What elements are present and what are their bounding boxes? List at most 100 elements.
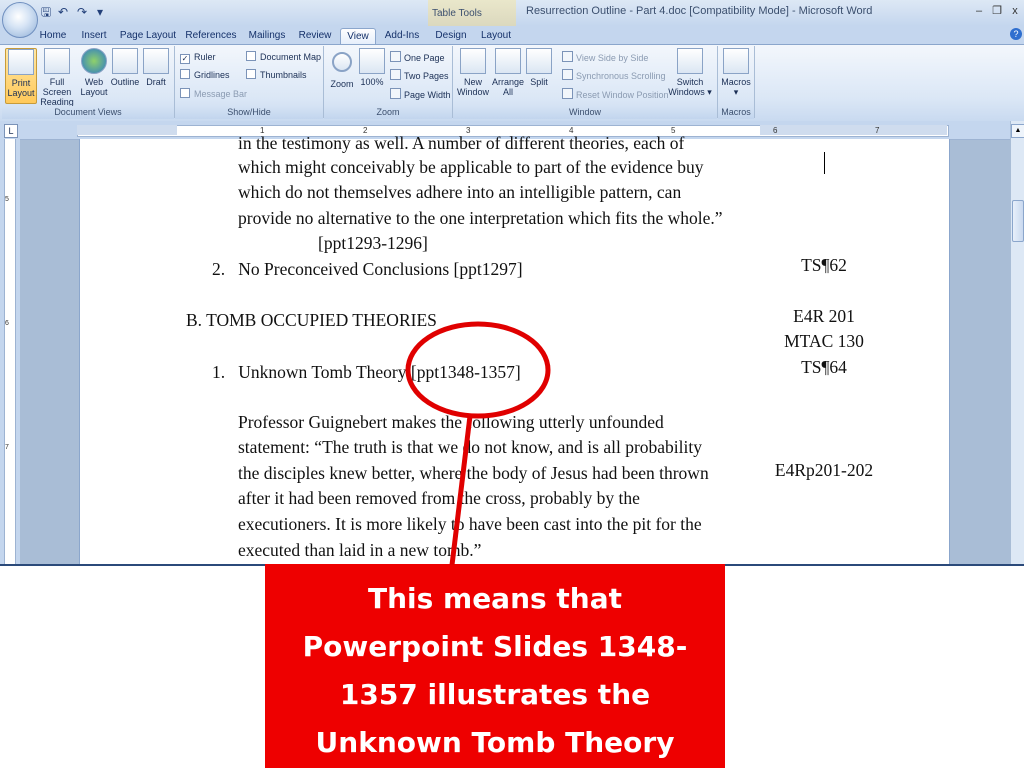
table-tools-label: Table Tools [432,8,482,19]
document-line: which might conceivably be applicable to… [238,157,704,177]
callout-line: Powerpoint Slides 1348- [302,630,688,663]
vertical-ruler-number: 7 [5,444,9,451]
ruler-check-icon: ✓ [180,54,190,64]
macros-button-label: Macros [721,77,751,87]
page-width-icon [390,88,401,99]
print-layout-label-2: Layout [7,88,35,98]
vertical-scrollbar[interactable] [1010,121,1024,564]
outline-label: Outline [110,77,140,87]
callout-line: 1357 illustrates the [339,678,651,711]
restore-button[interactable]: ❐ [988,3,1006,19]
switch-windows-icon [677,48,703,74]
arrange-all-button[interactable]: Arrange All [491,48,525,97]
document-line: Professor Guignebert makes the following… [238,412,664,432]
tab-home[interactable]: Home [34,28,72,44]
tab-layout[interactable]: Layout [476,28,516,44]
arrange-all-label-2: All [502,87,513,97]
qat-customize-icon[interactable]: ▾ [92,4,108,20]
group-label-document-views: Document Views [2,106,174,119]
undo-icon[interactable]: ↶ [55,4,71,20]
macros-dropdown-arrow: ▾ [733,87,739,97]
draft-button[interactable]: Draft [142,48,170,87]
office-button[interactable] [2,2,38,38]
tab-selector-icon[interactable]: L [4,124,18,138]
switch-windows-button[interactable]: Switch Windows ▾ [668,48,712,97]
macros-button[interactable]: Macros ▾ [720,48,752,97]
callout-text: This means that Powerpoint Slides 1348- … [265,575,725,767]
two-pages-label: Two Pages [404,71,449,81]
tab-mailings[interactable]: Mailings [244,28,290,44]
reset-window-icon [562,88,573,99]
print-layout-button[interactable]: Print Layout [5,48,37,104]
document-line: which do not themselves adhere into an i… [238,182,682,202]
new-window-button[interactable]: New Window [456,48,490,97]
minimize-button[interactable]: – [970,3,988,19]
full-screen-reading-button[interactable]: Full Screen Reading [36,48,78,107]
group-label-window: Window [453,106,717,119]
arrange-all-label-1: Arrange [491,77,525,87]
switch-windows-label-1: Switch [676,77,704,87]
ruler-right-margin [760,125,947,135]
split-button[interactable]: Split [526,48,552,87]
tab-view[interactable]: View [340,28,376,45]
message-bar-label: Message Bar [194,89,248,99]
outline-item: 2. No Preconceived Conclusions [ppt1297] [212,259,523,279]
reference-cell: TS¶62 [801,255,847,275]
split-label: Split [530,77,548,87]
ruler-checkbox[interactable]: ✓ Ruler [180,51,216,64]
two-pages-button[interactable]: Two Pages [390,69,449,82]
tab-references[interactable]: References [182,28,240,44]
message-bar-checkbox[interactable]: Message Bar [180,88,247,100]
zoom-100-label: 100% [360,77,384,87]
gridlines-checkbox[interactable]: Gridlines [180,69,230,81]
document-line: executioners. It is more likely to have … [238,514,702,534]
window-title: Resurrection Outline - Part 4.doc [Compa… [526,5,873,17]
full-screen-reading-icon [44,48,70,74]
synchronous-scrolling-button[interactable]: Synchronous Scrolling [562,69,666,82]
reference-cell: E4R 201 [793,306,855,326]
thumbnails-checkbox[interactable]: Thumbnails [246,69,307,81]
scroll-up-icon[interactable]: ▲ [1011,124,1024,138]
document-line: statement: “The truth is that we do not … [238,437,702,457]
draft-label: Draft [146,77,166,87]
document-map-check-icon [246,51,256,61]
one-page-icon [390,51,401,62]
one-page-button[interactable]: One Page [390,51,445,64]
reset-window-position-button[interactable]: Reset Window Position [562,88,669,101]
tab-design[interactable]: Design [432,28,470,44]
synchronous-scrolling-label: Synchronous Scrolling [576,71,666,81]
page-width-label: Page Width [404,90,451,100]
redo-icon[interactable]: ↷ [74,4,90,20]
vertical-ruler-number: 6 [5,320,9,327]
document-map-checkbox[interactable]: Document Map [246,51,321,63]
scrollbar-thumb[interactable] [1012,200,1024,242]
view-side-by-side-button[interactable]: View Side by Side [562,51,648,64]
text-cursor [824,152,825,174]
document-line: the disciples knew better, where the bod… [238,463,709,483]
gridlines-check-icon [180,69,190,79]
tab-insert[interactable]: Insert [74,28,114,44]
callout-line: This means that [367,582,623,615]
zoom-100-button[interactable]: 100% [358,48,386,87]
help-icon[interactable]: ? [1010,28,1022,40]
close-button[interactable]: x [1006,3,1024,19]
ruler-number: 6 [773,126,778,135]
tab-page-layout[interactable]: Page Layout [118,28,178,44]
switch-windows-label-2: Windows ▾ [668,87,712,97]
zoom-button[interactable]: Zoom [328,48,356,89]
outline-button[interactable]: Outline [109,48,141,87]
new-window-icon [460,48,486,74]
reference-cell: MTAC 130 [784,331,864,351]
web-layout-button[interactable]: Web Layout [80,48,108,97]
macros-icon [723,48,749,74]
page-width-button[interactable]: Page Width [390,88,451,101]
web-layout-label-2: Layout [80,87,108,97]
web-layout-label-1: Web [84,77,104,87]
thumbnails-label: Thumbnails [260,70,307,80]
view-side-by-side-label: View Side by Side [576,53,649,63]
arrange-all-icon [495,48,521,74]
tab-review[interactable]: Review [294,28,336,44]
reference-cell: TS¶64 [801,357,847,377]
save-icon[interactable]: 🖫 [38,4,54,20]
tab-add-ins[interactable]: Add-Ins [380,28,424,44]
